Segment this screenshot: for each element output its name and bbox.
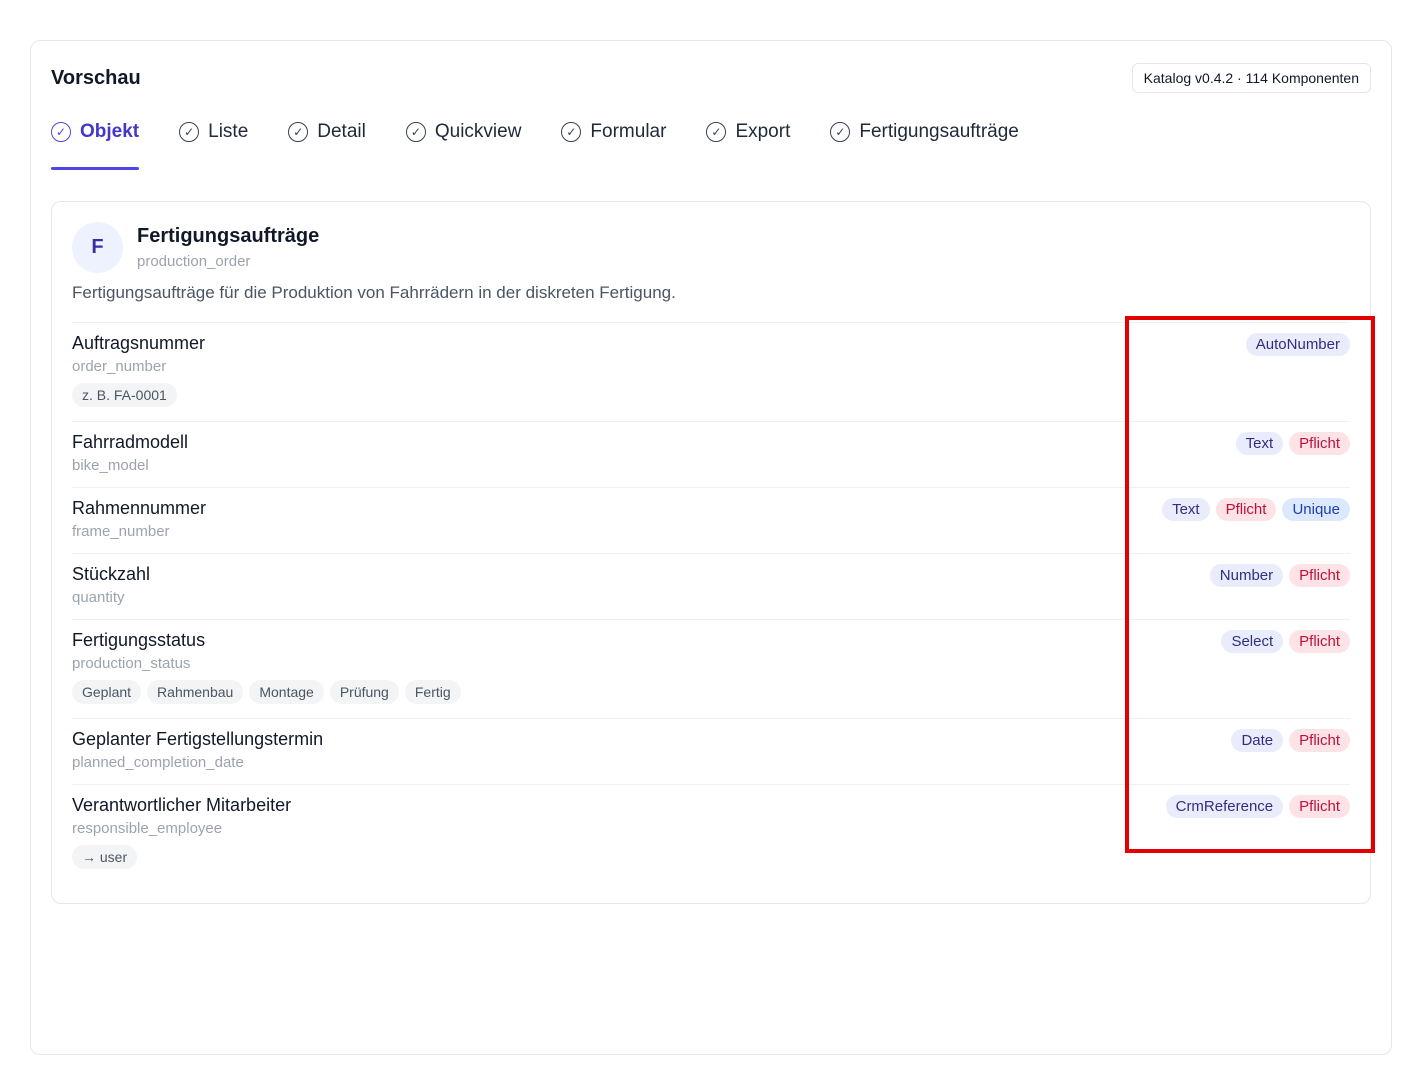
field-key: responsible_employee (72, 820, 223, 837)
object-header: F Fertigungsaufträge production_order (72, 222, 319, 273)
unique-badge: Unique (1282, 498, 1350, 521)
field-row: Auftragsnummer order_number z. B. FA-0001 A… (72, 322, 1350, 421)
field-label: Stückzahl (72, 564, 151, 584)
field-badges: Text Pflicht (1235, 432, 1350, 455)
check-circle-icon: ✓ (561, 122, 582, 142)
field-badges: Number Pflicht (1209, 564, 1350, 587)
field-label: Verantwortlicher Mitarbeiter (72, 795, 292, 815)
field-chip: Rahmenbau (147, 680, 244, 704)
object-description: Fertigungsaufträge für die Produktion vo… (72, 283, 676, 302)
tab-liste[interactable]: ✓ Liste (179, 113, 248, 151)
field-list: Auftragsnummer order_number z. B. FA-0001 A… (72, 322, 1350, 883)
field-chip: → user (72, 845, 138, 869)
field-chips: → user (72, 845, 1350, 869)
type-badge: AutoNumber (1245, 333, 1350, 356)
preview-panel: Vorschau Katalog v0.4.2 · 114 Komponente… (30, 40, 1392, 1055)
tab-label: Export (735, 121, 791, 142)
field-label: Auftragsnummer (72, 333, 206, 353)
field-chip: Montage (249, 680, 324, 704)
type-badge: Date (1231, 729, 1284, 752)
field-chips: Geplant Rahmenbau Montage Prüfung Fertig (72, 680, 1350, 704)
object-title: Fertigungsaufträge (137, 225, 320, 247)
object-key: production_order (137, 253, 251, 270)
required-badge: Pflicht (1215, 498, 1277, 521)
required-badge: Pflicht (1289, 729, 1350, 752)
type-badge: Select (1221, 630, 1284, 653)
check-circle-icon: ✓ (288, 122, 309, 142)
field-badges: CrmReference Pflicht (1165, 795, 1350, 818)
tab-detail[interactable]: ✓ Detail (288, 113, 366, 151)
field-badges: Select Pflicht (1221, 630, 1350, 653)
field-chip: Prüfung (329, 680, 399, 704)
tab-label: Objekt (80, 121, 140, 142)
field-label: Rahmennummer (72, 498, 207, 518)
field-key: bike_model (72, 457, 149, 474)
required-badge: Pflicht (1289, 564, 1350, 587)
tab-label: Detail (317, 121, 366, 142)
tab-label: Fertigungsaufträge (859, 121, 1019, 142)
required-badge: Pflicht (1289, 630, 1350, 653)
field-key: order_number (72, 358, 167, 375)
field-row: Rahmennummer frame_number Text Pflicht Uniqu… (72, 487, 1350, 553)
type-badge: Text (1235, 432, 1284, 455)
field-badges: Text Pflicht Unique (1162, 498, 1350, 521)
check-circle-icon: ✓ (706, 122, 727, 142)
field-badges: AutoNumber (1245, 333, 1350, 356)
tab-label: Formular (590, 121, 667, 142)
tab-label: Quickview (434, 121, 522, 142)
field-key: planned_completion_date (72, 754, 244, 771)
field-key: production_status (72, 655, 191, 672)
type-badge: Text (1162, 498, 1210, 521)
field-row: Verantwortlicher Mitarbeiter responsible_… (72, 784, 1350, 883)
field-label: Fertigungsstatus (72, 630, 206, 650)
tab-fertigungsauftr-ge[interactable]: ✓ Fertigungsaufträge (830, 113, 1019, 151)
field-label: Fahrradmodell (72, 432, 189, 452)
tab-formular[interactable]: ✓ Formular (561, 113, 666, 151)
type-badge: Number (1209, 564, 1284, 587)
required-badge: Pflicht (1289, 432, 1350, 455)
field-chip: Geplant (72, 680, 142, 704)
tab-label: Liste (208, 121, 249, 142)
check-circle-icon: ✓ (405, 122, 426, 142)
field-badges: Date Pflicht (1231, 729, 1350, 752)
field-row: Geplanter Fertigstellungstermin planned_c… (72, 718, 1350, 784)
field-row: Fertigungsstatus production_status Geplant… (72, 619, 1350, 718)
check-circle-icon: ✓ (51, 122, 71, 142)
field-row: Fahrradmodell bike_model Text Pflicht (72, 421, 1350, 487)
tab-export[interactable]: ✓ Export (706, 113, 790, 151)
tab-quickview[interactable]: ✓ Quickview (405, 113, 522, 151)
field-key: quantity (72, 589, 125, 606)
panel-header: Vorschau Katalog v0.4.2 · 114 Komponente… (51, 63, 1371, 93)
panel-title: Vorschau (51, 66, 141, 89)
field-key: frame_number (72, 523, 170, 540)
check-circle-icon: ✓ (179, 122, 200, 142)
type-badge: CrmReference (1165, 795, 1284, 818)
required-badge: Pflicht (1289, 795, 1350, 818)
field-row: Stückzahl quantity Number Pflicht (72, 553, 1350, 619)
field-chips: z. B. FA-0001 (72, 383, 1350, 407)
check-circle-icon: ✓ (830, 122, 851, 142)
field-chip: Fertig (404, 680, 461, 704)
tab-objekt[interactable]: ✓ Objekt (51, 113, 140, 170)
view-tabs: ✓ Objekt ✓ Liste ✓ Detail ✓ Quickview ✓ Formular ✓… (51, 113, 1059, 171)
object-avatar: F (72, 222, 123, 273)
object-card: F Fertigungsaufträge production_order Fe… (51, 201, 1371, 904)
field-chip: z. B. FA-0001 (72, 383, 177, 407)
field-label: Geplanter Fertigstellungstermin (72, 729, 324, 749)
catalog-version-badge: Katalog v0.4.2 · 114 Komponenten (1131, 63, 1371, 93)
